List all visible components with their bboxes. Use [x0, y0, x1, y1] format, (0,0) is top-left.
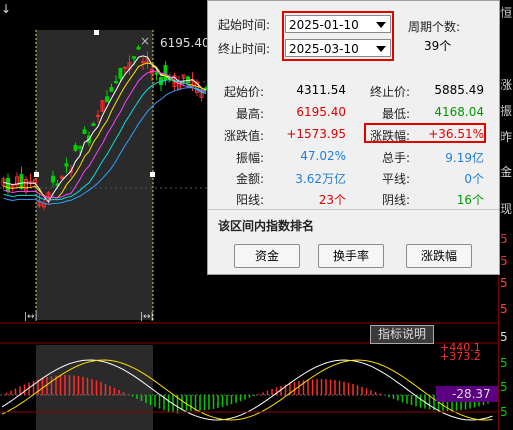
amount-value: 3.62万亿	[295, 172, 346, 186]
strip-char: 5	[500, 330, 508, 344]
high-price-label: 6195.40	[160, 36, 210, 50]
candle-body	[64, 163, 69, 167]
candle-body	[6, 177, 10, 192]
range-marker-left: |↔|	[24, 312, 38, 322]
candle-body	[91, 123, 96, 126]
strip-char: 5	[500, 232, 508, 246]
start-price: 4311.54	[296, 83, 346, 97]
macd-current-value: -28.37	[452, 387, 491, 401]
strip-char: 恒	[500, 6, 513, 20]
strip-char: 5	[500, 356, 508, 370]
flat-value: 0个	[464, 172, 484, 186]
strip-char: 5	[500, 380, 508, 394]
indicator-explain-button[interactable]: 指标说明	[370, 325, 434, 344]
amplitude-value: 47.02%	[300, 149, 346, 163]
end-price: 5885.49	[434, 83, 484, 97]
down-value: 16个	[456, 193, 484, 207]
period-label: 周期个数:	[408, 20, 461, 34]
low-value: 4168.04	[434, 105, 484, 119]
macd-selection	[36, 345, 153, 430]
change-label: 涨跌值:	[223, 129, 264, 143]
down-label: 阴线:	[381, 193, 410, 207]
candle-body	[19, 174, 24, 190]
strip-char: 5	[500, 405, 508, 419]
strip-char: 昨	[500, 130, 513, 144]
down-arrow-icon[interactable]: ↓	[1, 2, 11, 16]
candle-body	[82, 129, 87, 134]
candle-body	[105, 96, 109, 103]
strip-char: 5	[500, 254, 508, 268]
candle-body	[96, 114, 100, 117]
candle-body	[154, 72, 159, 75]
selection-handle-top[interactable]	[94, 30, 99, 35]
volume-value: 9.19亿	[445, 151, 484, 165]
turnover-button[interactable]: 换手率	[318, 244, 384, 268]
rank-title: 该区间内指数排名	[218, 219, 315, 233]
strip-char: 5	[500, 302, 508, 316]
amount-label: 金额:	[235, 172, 264, 186]
end-time-label: 终止时间:	[218, 42, 271, 56]
candle-body	[51, 175, 55, 183]
interval-stats-popup: 起始时间: 2025-01-10 终止时间: 2025-03-10 周期个数: …	[207, 0, 500, 275]
candle-body	[186, 76, 190, 84]
candle-body	[163, 65, 168, 81]
strip-char: 金	[500, 165, 513, 179]
strip-char: 振	[500, 104, 513, 118]
selection-handle-right[interactable]	[150, 172, 155, 177]
candle-body	[73, 144, 78, 151]
selection-handle-left[interactable]	[34, 172, 39, 177]
candle-body	[114, 81, 118, 84]
candle-body	[60, 176, 64, 179]
volume-label: 总手:	[381, 151, 410, 165]
strip-char: 现	[500, 202, 513, 216]
date-highlight-box	[282, 11, 394, 61]
candle-body	[132, 56, 136, 59]
up-value: 23个	[318, 193, 346, 207]
end-price-label: 终止价:	[369, 85, 410, 99]
start-time-label: 起始时间:	[218, 18, 271, 32]
amplitude-label: 振幅:	[235, 151, 264, 165]
divider	[208, 209, 499, 210]
macd-mid-value: +373.2	[440, 350, 481, 363]
range-marker-right: |↔|	[140, 312, 154, 322]
high-value: 6195.40	[296, 105, 346, 119]
strip-char: 涨	[500, 78, 513, 92]
period-value: 39个	[424, 39, 452, 53]
change-pct-button[interactable]: 涨跌幅	[406, 244, 472, 268]
candle-body	[141, 61, 145, 64]
right-info-strip: 恒 涨 振 昨 金 现 5 5 5 5 5 5 5 5	[498, 0, 513, 430]
close-marker[interactable]: ×	[140, 34, 150, 48]
high-label: 最高:	[235, 107, 264, 121]
low-label: 最低:	[381, 107, 410, 121]
candle-body	[118, 67, 123, 79]
strip-char: 5	[500, 276, 508, 290]
pct-highlight-box	[364, 123, 486, 143]
up-label: 阳线:	[235, 193, 264, 207]
capital-button[interactable]: 资金	[234, 244, 300, 268]
candle-body	[78, 146, 82, 149]
flat-label: 平线:	[381, 172, 410, 186]
start-price-label: 起始价:	[223, 85, 264, 99]
candle-body	[109, 87, 114, 92]
change-value: +1573.95	[286, 127, 346, 141]
